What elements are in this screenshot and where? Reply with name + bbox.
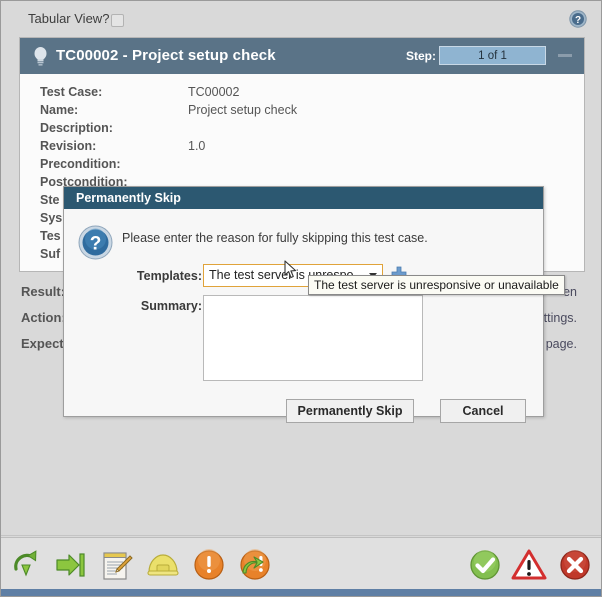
detail-label: Tes xyxy=(40,229,61,243)
status-bar xyxy=(1,589,601,596)
svg-text:?: ? xyxy=(90,234,102,255)
permanently-skip-dialog: Permanently Skip ? Please enter the reas… xyxy=(63,186,544,423)
detail-label: Name: xyxy=(40,103,79,117)
application-window: Tabular View? ? TC00002 - Project setup … xyxy=(1,1,601,596)
detail-row: Precondition: xyxy=(20,155,584,173)
help-circle-icon[interactable]: ? xyxy=(569,10,587,28)
skip-step-icon[interactable] xyxy=(53,547,89,583)
detail-label: Suf xyxy=(40,247,61,261)
detail-label: Test Case: xyxy=(40,85,103,99)
tabular-view-label: Tabular View? xyxy=(28,11,110,26)
dialog-title: Permanently Skip xyxy=(64,187,543,209)
toolbar-divider xyxy=(1,535,601,536)
rerun-step-icon[interactable] xyxy=(9,547,45,583)
cancel-button[interactable]: Cancel xyxy=(440,399,526,423)
result-label: Action: xyxy=(21,310,66,325)
detail-row: Description: xyxy=(20,119,584,137)
detail-label: Precondition: xyxy=(40,157,121,171)
dialog-message: Please enter the reason for fully skippi… xyxy=(122,231,428,245)
lightbulb-icon xyxy=(32,46,49,66)
detail-value: 1.0 xyxy=(188,139,206,153)
detail-label: Description: xyxy=(40,121,113,135)
warning-triangle-icon[interactable] xyxy=(511,547,547,583)
detail-row: Name: Project setup check xyxy=(20,101,584,119)
caution-exclamation-icon[interactable] xyxy=(191,547,227,583)
page-title: TC00002 - Project setup check xyxy=(56,47,276,64)
pass-check-icon[interactable] xyxy=(467,547,503,583)
step-indicator[interactable]: 1 of 1 xyxy=(439,46,546,65)
bottom-toolbar xyxy=(1,537,601,590)
blocked-hardhat-icon[interactable] xyxy=(145,547,181,583)
detail-label: Revision: xyxy=(40,139,97,153)
detail-label: Sys xyxy=(40,211,63,225)
edit-note-icon[interactable] xyxy=(99,547,135,583)
step-label: Step: xyxy=(406,49,436,63)
fail-cross-icon[interactable] xyxy=(557,547,593,583)
summary-textarea[interactable] xyxy=(203,295,423,381)
result-text: en xyxy=(563,285,577,299)
minimize-icon[interactable] xyxy=(558,54,572,57)
svg-text:?: ? xyxy=(575,15,581,26)
result-label: Expect xyxy=(21,336,64,351)
caution-continue-icon[interactable] xyxy=(237,547,273,583)
permanently-skip-button[interactable]: Permanently Skip xyxy=(286,399,414,423)
summary-label: Summary: xyxy=(140,299,202,313)
detail-row: Revision: 1.0 xyxy=(20,137,584,155)
detail-row: Test Case: TC00002 xyxy=(20,83,584,101)
templates-label: Templates: xyxy=(136,269,202,283)
detail-label: Ste xyxy=(40,193,60,207)
panel-header: TC00002 - Project setup check Step: 1 of… xyxy=(20,38,584,74)
tabular-view-checkbox[interactable] xyxy=(111,14,124,27)
detail-value: Project setup check xyxy=(188,103,298,117)
result-label: Result: xyxy=(21,284,66,299)
detail-value: TC00002 xyxy=(188,85,240,99)
dialog-body: ? Please enter the reason for fully skip… xyxy=(64,209,543,423)
templates-tooltip: The test server is unresponsive or unava… xyxy=(308,275,565,295)
top-bar: Tabular View? ? xyxy=(1,1,601,37)
question-mark-icon: ? xyxy=(78,225,113,260)
